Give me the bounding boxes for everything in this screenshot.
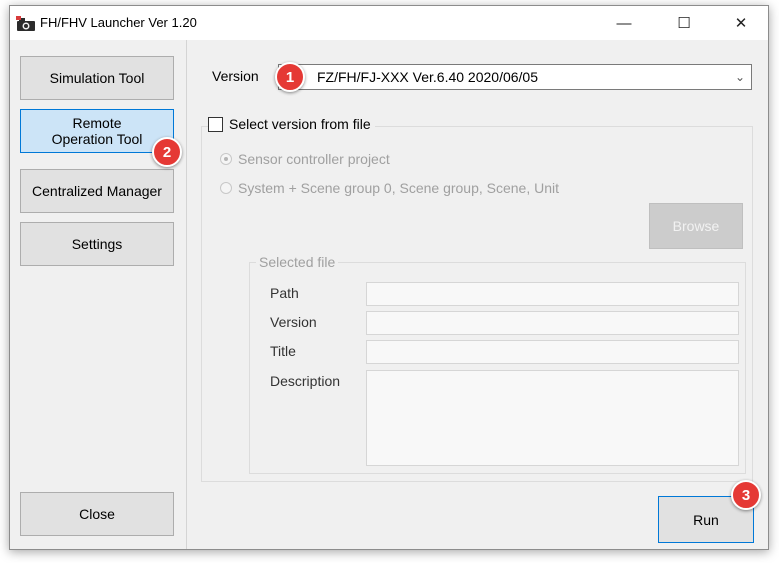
file-version-label: Version — [270, 314, 317, 330]
minimize-button[interactable]: — — [601, 6, 647, 40]
version-label: Version — [212, 68, 259, 84]
step-badge-1: 1 — [275, 62, 305, 92]
launcher-window: FH/FHV Launcher Ver 1.20 — ☐ ✕ Simulatio… — [9, 5, 769, 550]
radio-checked-icon — [220, 153, 232, 165]
step-badge-3: 3 — [731, 480, 761, 510]
maximize-button[interactable]: ☐ — [661, 6, 707, 40]
system-scene-radio[interactable]: System + Scene group 0, Scene group, Sce… — [220, 180, 559, 196]
radio-unchecked-icon — [220, 182, 232, 194]
system-scene-label: System + Scene group 0, Scene group, Sce… — [238, 180, 560, 196]
file-title-label: Title — [270, 343, 296, 359]
title-bar: FH/FHV Launcher Ver 1.20 — ☐ ✕ — [10, 6, 768, 40]
select-from-file-label: Select version from file — [229, 116, 371, 132]
remote-operation-tool-button[interactable]: Remote Operation Tool — [20, 109, 174, 153]
close-button[interactable]: Close — [20, 492, 174, 536]
sidebar: Simulation Tool Remote Operation Tool Ce… — [10, 40, 187, 549]
chevron-down-icon: ⌄ — [734, 70, 745, 84]
close-window-button[interactable]: ✕ — [718, 6, 764, 40]
settings-button[interactable]: Settings — [20, 222, 174, 266]
browse-button[interactable]: Browse — [649, 203, 743, 249]
description-label: Description — [270, 373, 341, 389]
path-label: Path — [270, 285, 299, 301]
window-title: FH/FHV Launcher Ver 1.20 — [40, 15, 197, 30]
centralized-manager-label: Centralized Manager — [32, 183, 162, 199]
description-field[interactable] — [366, 370, 739, 466]
remote-operation-tool-label: Remote Operation Tool — [51, 115, 143, 147]
checkbox-box — [208, 116, 223, 132]
settings-label: Settings — [71, 236, 123, 252]
step-badge-2: 2 — [152, 137, 182, 167]
camera-app-icon — [16, 16, 35, 31]
file-version-field[interactable] — [366, 311, 739, 335]
file-title-field[interactable] — [366, 340, 739, 364]
close-label: Close — [79, 506, 115, 522]
simulation-tool-label: Simulation Tool — [49, 70, 145, 86]
sensor-controller-project-radio[interactable]: Sensor controller project — [220, 151, 390, 167]
sensor-controller-project-label: Sensor controller project — [238, 151, 390, 167]
select-from-file-checkbox[interactable]: Select version from file — [208, 116, 375, 132]
version-selected-value: FZ/FH/FJ-XXX Ver.6.40 2020/06/05 — [317, 69, 538, 85]
simulation-tool-button[interactable]: Simulation Tool — [20, 56, 174, 100]
version-select[interactable]: FZ/FH/FJ-XXX Ver.6.40 2020/06/05 ⌄ — [278, 64, 752, 90]
main-panel: Version 1 FZ/FH/FJ-XXX Ver.6.40 2020/06/… — [186, 40, 768, 549]
path-field[interactable] — [366, 282, 739, 306]
selected-file-title: Selected file — [256, 254, 339, 270]
centralized-manager-button[interactable]: Centralized Manager — [20, 169, 174, 213]
